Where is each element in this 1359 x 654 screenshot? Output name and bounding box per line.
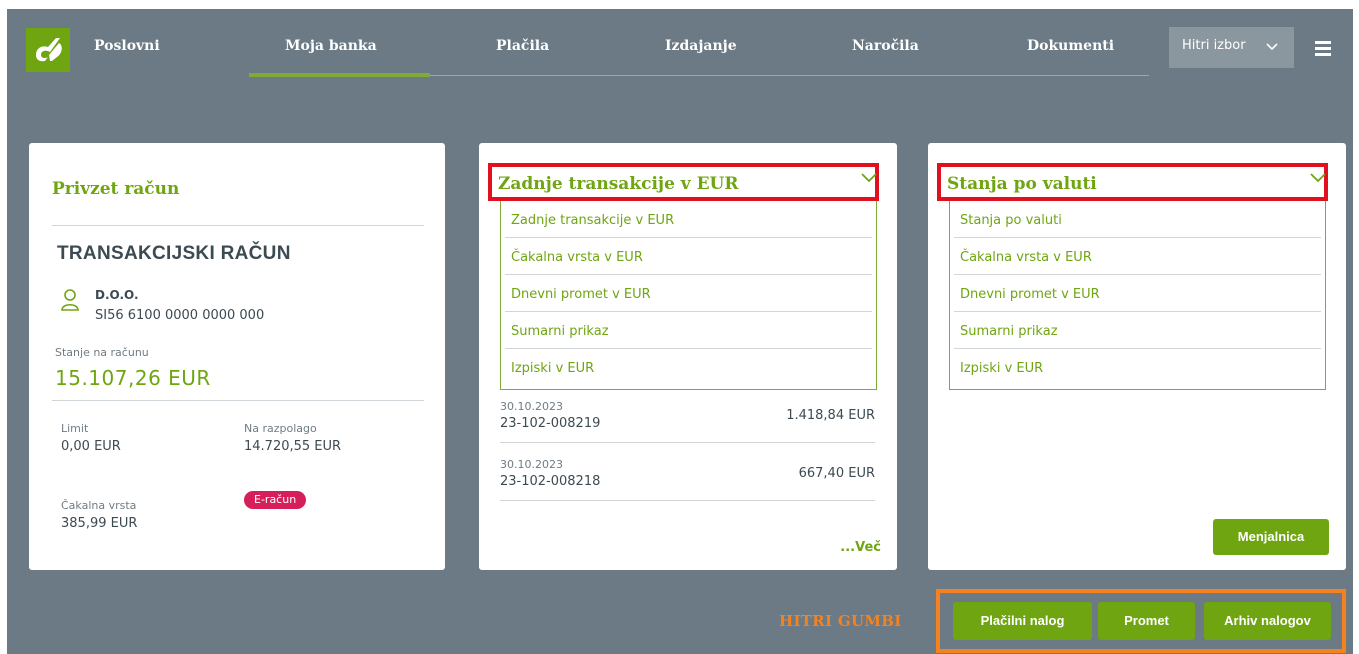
currency-dropdown-list: Stanja po valuti Čakalna vrsta v EUR Dne… bbox=[949, 201, 1326, 390]
default-account-card: Privzet račun TRANSAKCIJSKI RAČUN D.O.O.… bbox=[29, 143, 445, 570]
more-link[interactable]: ...Več bbox=[840, 540, 881, 555]
balance-label: Stanje na računu bbox=[55, 346, 149, 359]
card-title: Privzet račun bbox=[52, 179, 180, 199]
dropdown-option[interactable]: Čakalna vrsta v EUR bbox=[954, 238, 1321, 275]
app-window: Poslovni Moja banka Plačila Izdajanje Na… bbox=[7, 9, 1353, 654]
nav-izdajanje[interactable]: Izdajanje bbox=[665, 38, 737, 54]
brand-name: Poslovni bbox=[94, 38, 160, 54]
user-icon bbox=[61, 289, 79, 315]
limit-value: 0,00 EUR bbox=[61, 439, 121, 454]
dropdown-option[interactable]: Izpiski v EUR bbox=[954, 349, 1321, 386]
dropdown-option[interactable]: Sumarni prikaz bbox=[505, 312, 872, 349]
quick-buttons-label: HITRI GUMBI bbox=[779, 612, 902, 630]
divider bbox=[500, 442, 875, 443]
nav-dokumenti[interactable]: Dokumenti bbox=[1027, 38, 1114, 54]
currency-balances-card: Stanja po valuti Stanja po valuti Čakaln… bbox=[928, 143, 1346, 570]
nav-moja-banka[interactable]: Moja banka bbox=[285, 38, 377, 54]
order-archive-button[interactable]: Arhiv nalogov bbox=[1204, 602, 1331, 640]
available-value: 14.720,55 EUR bbox=[244, 439, 342, 454]
limit-label: Limit bbox=[61, 422, 89, 435]
queue-value: 385,99 EUR bbox=[61, 516, 138, 531]
transactions-dropdown-list: Zadnje transakcije v EUR Čakalna vrsta v… bbox=[500, 201, 877, 390]
transaction-amount: 667,40 EUR bbox=[798, 466, 875, 481]
payment-order-button[interactable]: Plačilni nalog bbox=[953, 602, 1092, 640]
turnover-button[interactable]: Promet bbox=[1098, 602, 1195, 640]
divider bbox=[52, 400, 424, 401]
divider bbox=[500, 500, 875, 501]
dropdown-option[interactable]: Zadnje transakcije v EUR bbox=[505, 201, 872, 238]
company-name: D.O.O. bbox=[95, 288, 139, 302]
dropdown-option[interactable]: Dnevni promet v EUR bbox=[954, 275, 1321, 312]
currency-dropdown-selected[interactable]: Stanja po valuti bbox=[947, 174, 1097, 194]
transactions-card: Zadnje transakcije v EUR Zadnje transakc… bbox=[479, 143, 897, 570]
dropdown-option[interactable]: Stanja po valuti bbox=[954, 201, 1321, 238]
available-label: Na razpolago bbox=[244, 422, 317, 435]
quick-select-dropdown[interactable]: Hitri izbor bbox=[1169, 27, 1294, 68]
transactions-dropdown-selected[interactable]: Zadnje transakcije v EUR bbox=[498, 174, 739, 194]
transaction-ref: 23-102-008219 bbox=[500, 416, 601, 431]
dropdown-option[interactable]: Dnevni promet v EUR bbox=[505, 275, 872, 312]
transaction-date: 30.10.2023 bbox=[500, 400, 563, 413]
queue-label: Čakalna vrsta bbox=[61, 499, 137, 512]
account-type: TRANSAKCIJSKI RAČUN bbox=[57, 243, 291, 264]
account-iban: SI56 6100 0000 0000 000 bbox=[95, 308, 265, 323]
exchange-button[interactable]: Menjalnica bbox=[1213, 519, 1329, 555]
transaction-ref: 23-102-008218 bbox=[500, 474, 601, 489]
transaction-date: 30.10.2023 bbox=[500, 458, 563, 471]
chevron-down-icon[interactable] bbox=[1310, 168, 1326, 187]
nav-active-indicator bbox=[249, 73, 430, 77]
transaction-amount: 1.418,84 EUR bbox=[786, 408, 875, 423]
nav-placila[interactable]: Plačila bbox=[496, 38, 549, 54]
hamburger-menu-icon[interactable] bbox=[1315, 41, 1331, 57]
bank-logo-icon[interactable] bbox=[26, 28, 70, 72]
chevron-down-icon bbox=[1266, 40, 1278, 55]
e-invoice-badge[interactable]: E-račun bbox=[244, 491, 307, 509]
chevron-down-icon[interactable] bbox=[861, 168, 877, 187]
nav-narocila[interactable]: Naročila bbox=[852, 38, 919, 54]
dropdown-option[interactable]: Izpiski v EUR bbox=[505, 349, 872, 386]
divider bbox=[52, 225, 424, 226]
dropdown-option[interactable]: Sumarni prikaz bbox=[954, 312, 1321, 349]
quick-select-label: Hitri izbor bbox=[1182, 38, 1246, 53]
dropdown-option[interactable]: Čakalna vrsta v EUR bbox=[505, 238, 872, 275]
account-balance: 15.107,26 EUR bbox=[55, 366, 211, 390]
